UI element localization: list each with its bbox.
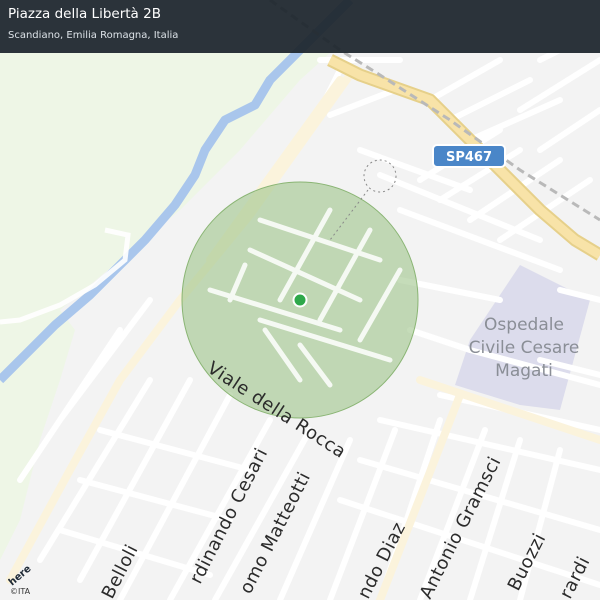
map-provider-logo: here ©ITA <box>8 566 48 596</box>
address-header: Piazza della Libertà 2B Scandiano, Emili… <box>0 0 600 53</box>
map-canvas[interactable]: SP467 Ospedale Civile Cesare Magati Vial… <box>0 0 600 600</box>
current-location-dot[interactable] <box>292 292 308 308</box>
map-view[interactable]: SP467 Ospedale Civile Cesare Magati Vial… <box>0 0 600 600</box>
road-shield-sp467: SP467 <box>432 144 506 168</box>
map-copyright: ©ITA <box>10 587 31 596</box>
road-shield-label: SP467 <box>446 150 492 165</box>
address-title: Piazza della Libertà 2B <box>8 6 161 22</box>
svg-text:here: here <box>8 566 34 588</box>
poi-label-line-3: Magati <box>495 361 553 381</box>
poi-label-line-1: Ospedale <box>484 315 564 335</box>
poi-label-line-2: Civile Cesare <box>469 338 580 358</box>
address-subtitle: Scandiano, Emilia Romagna, Italia <box>8 30 179 41</box>
